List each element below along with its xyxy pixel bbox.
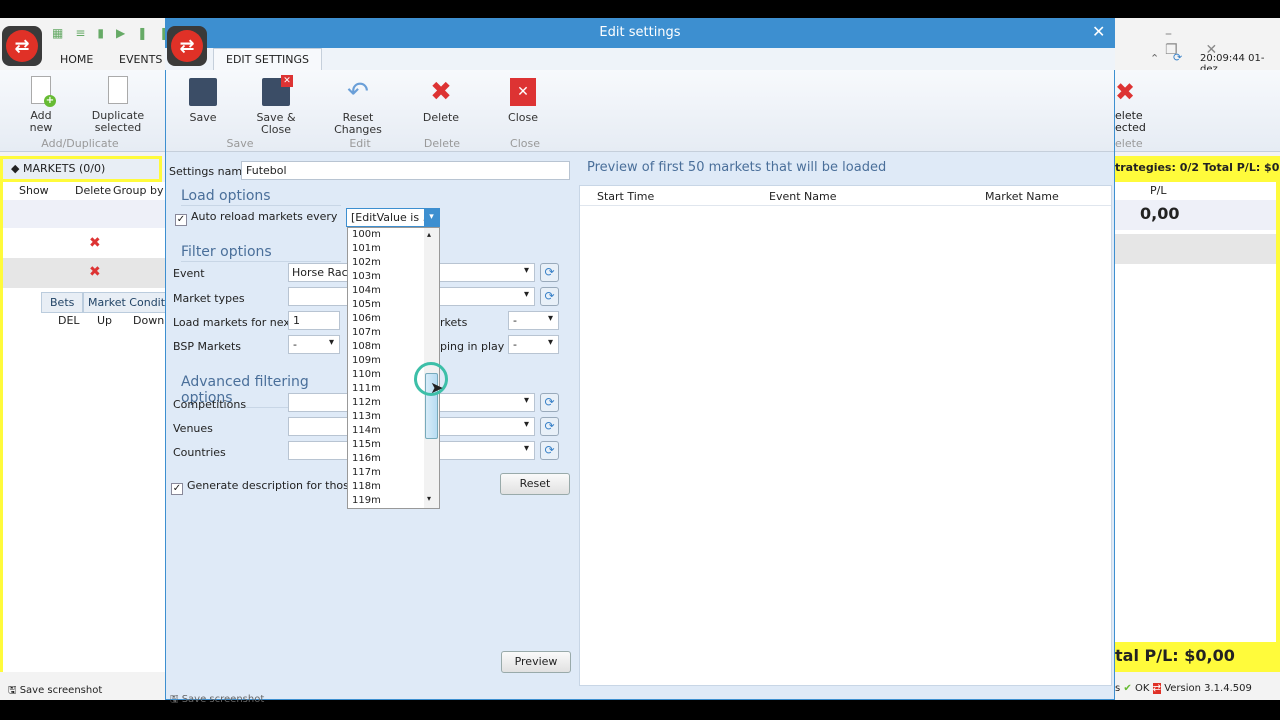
status-right: s ✔ OK ⇄ Version 3.1.4.509 [1115,683,1252,694]
delete-selected-icon[interactable]: ✖ [1115,78,1135,106]
checkbox-checked[interactable]: ✓ [171,483,183,495]
col-delete[interactable]: Delete [75,184,111,197]
ok-icon: ✔ [1123,683,1132,694]
refresh-icon[interactable]: ⟳ [540,441,559,460]
refresh-icon[interactable]: ⟳ [540,417,559,436]
close-button[interactable]: ✕ Close [503,78,543,124]
subtab-bets[interactable]: Bets [41,292,84,313]
collapse-ribbon-icon[interactable]: ⌃ [1150,52,1159,65]
floppy-icon [189,78,217,106]
markets-dropdown[interactable]: - [508,311,559,330]
preview-title: Preview of first 50 markets that will be… [587,160,887,175]
reset-button[interactable]: Reset [500,473,570,495]
strategies-grid: P/L 0,00 [1115,182,1276,642]
markets-grid: Show Delete Group by ✖ ✖ Bets Market Con… [0,182,193,672]
markets-panel-header: ◆ MARKETS (0/0) [0,156,162,182]
grid-row[interactable] [1115,234,1276,264]
col-market-name[interactable]: Market Name [985,190,1059,203]
auto-reload-checkbox[interactable]: ✓ Auto reload markets every [175,210,337,226]
group-save: Save [226,137,254,150]
col-up[interactable]: Up [97,314,112,327]
inplay-dropdown[interactable]: - [508,335,559,354]
tab-edit-settings[interactable]: EDIT SETTINGS [213,48,323,71]
scroll-down-icon[interactable]: ▾ [427,494,431,503]
add-document-icon: + [31,76,56,107]
app-icon: ⇄ [1152,683,1161,694]
add-new-button[interactable]: + Add new [18,76,64,134]
quick-access-toolbar[interactable]: ▦≡▮▶❚❚ [52,26,181,40]
market-types-label: Market types [173,292,245,305]
refresh-icon[interactable]: ⟳ [540,393,559,412]
status-save-screenshot[interactable]: 🖫 Save screenshot [8,683,102,700]
countries-label: Countries [173,446,226,459]
total-pl: tal P/L: $0,00 [1115,646,1235,665]
dialog-status-save[interactable]: 🖫 Save screenshot [170,692,264,709]
dialog-logo[interactable]: ⇄ [167,26,207,66]
group-delete: Delete [423,137,461,150]
group-add-duplicate: Add/Duplicate [41,137,119,150]
pl-value: 0,00 [1115,200,1276,230]
venues-label: Venues [173,422,213,435]
load-next-label: Load markets for next [173,316,295,329]
markets-title[interactable]: ◆ MARKETS (0/0) [3,159,159,179]
dialog-title: Edit settings [599,25,681,40]
mouse-cursor-icon: ➤ [430,378,444,397]
load-next-input[interactable]: 1 [288,311,340,330]
bsp-dropdown[interactable]: - [288,335,340,354]
delete-selected-button[interactable]: elete ected [1115,110,1146,134]
col-show[interactable]: Show [19,184,49,197]
floppy-close-icon: ✕ [262,75,293,106]
group-delete: elete [1115,137,1143,150]
strategies-panel: trategies: 0/2 Total P/L: $0,00 P/L 0,00… [1115,156,1280,672]
close-box-icon: ✕ [510,78,536,106]
checkbox-checked[interactable]: ✓ [175,214,187,226]
settings-name-input[interactable]: Futebol [241,161,570,180]
duplicate-icon [108,76,128,104]
combo-dropdown-button[interactable]: ▾ [424,209,439,226]
dialog-title-bar[interactable]: Edit settings [165,18,1115,48]
app-logo[interactable]: ⇄ [2,26,42,66]
competitions-label: Competitions [173,398,247,411]
markets-label: rkets [440,316,468,329]
reset-changes-button[interactable]: ↶ Reset Changes [333,78,383,136]
settings-name-label: Settings name [169,165,249,178]
col-del[interactable]: DEL [58,314,80,327]
version: Version 3.1.4.509 [1164,683,1252,694]
preview-button[interactable]: Preview [501,651,571,673]
undo-icon: ↶ [347,77,369,107]
grid-row[interactable] [3,200,165,228]
bsp-label: BSP Markets [173,340,242,353]
col-event-name[interactable]: Event Name [769,190,836,203]
dialog-close-icon[interactable]: ✕ [1092,22,1105,41]
save-close-button[interactable]: ✕ Save & Close [243,75,309,136]
grid-row[interactable]: ✖ [3,230,165,258]
save-button[interactable]: Save [185,78,221,124]
group-edit: Edit [349,137,371,150]
event-label: Event [173,267,205,280]
duplicate-selected-button[interactable]: Duplicate selected [88,76,148,134]
col-down[interactable]: Down [133,314,164,327]
col-group-by[interactable]: Group by [113,184,163,197]
inplay-label: ping in play [440,340,505,353]
group-close: Close [510,137,540,150]
load-options-heading: Load options [181,188,341,206]
refresh-icon[interactable]: ⟳ [540,287,559,306]
scroll-up-icon[interactable]: ▴ [427,230,431,239]
grid-row[interactable]: ✖ [3,258,165,288]
filter-options-heading: Filter options [181,244,341,262]
delete-button[interactable]: ✖ Delete [418,78,464,124]
sync-icon: ⟳ [1173,51,1183,64]
delete-icon[interactable]: ✖ [89,264,101,280]
delete-icon[interactable]: ✖ [89,235,101,251]
col-start-time[interactable]: Start Time [597,190,654,203]
col-pl[interactable]: P/L [1150,184,1166,197]
strategies-summary: trategies: 0/2 Total P/L: $0,00 [1115,161,1280,174]
preview-grid: Start Time Event Name Market Name [579,185,1112,686]
delete-x-icon: ✖ [430,77,452,107]
tab-home[interactable]: HOME [60,53,93,66]
refresh-icon[interactable]: ⟳ [540,263,559,282]
